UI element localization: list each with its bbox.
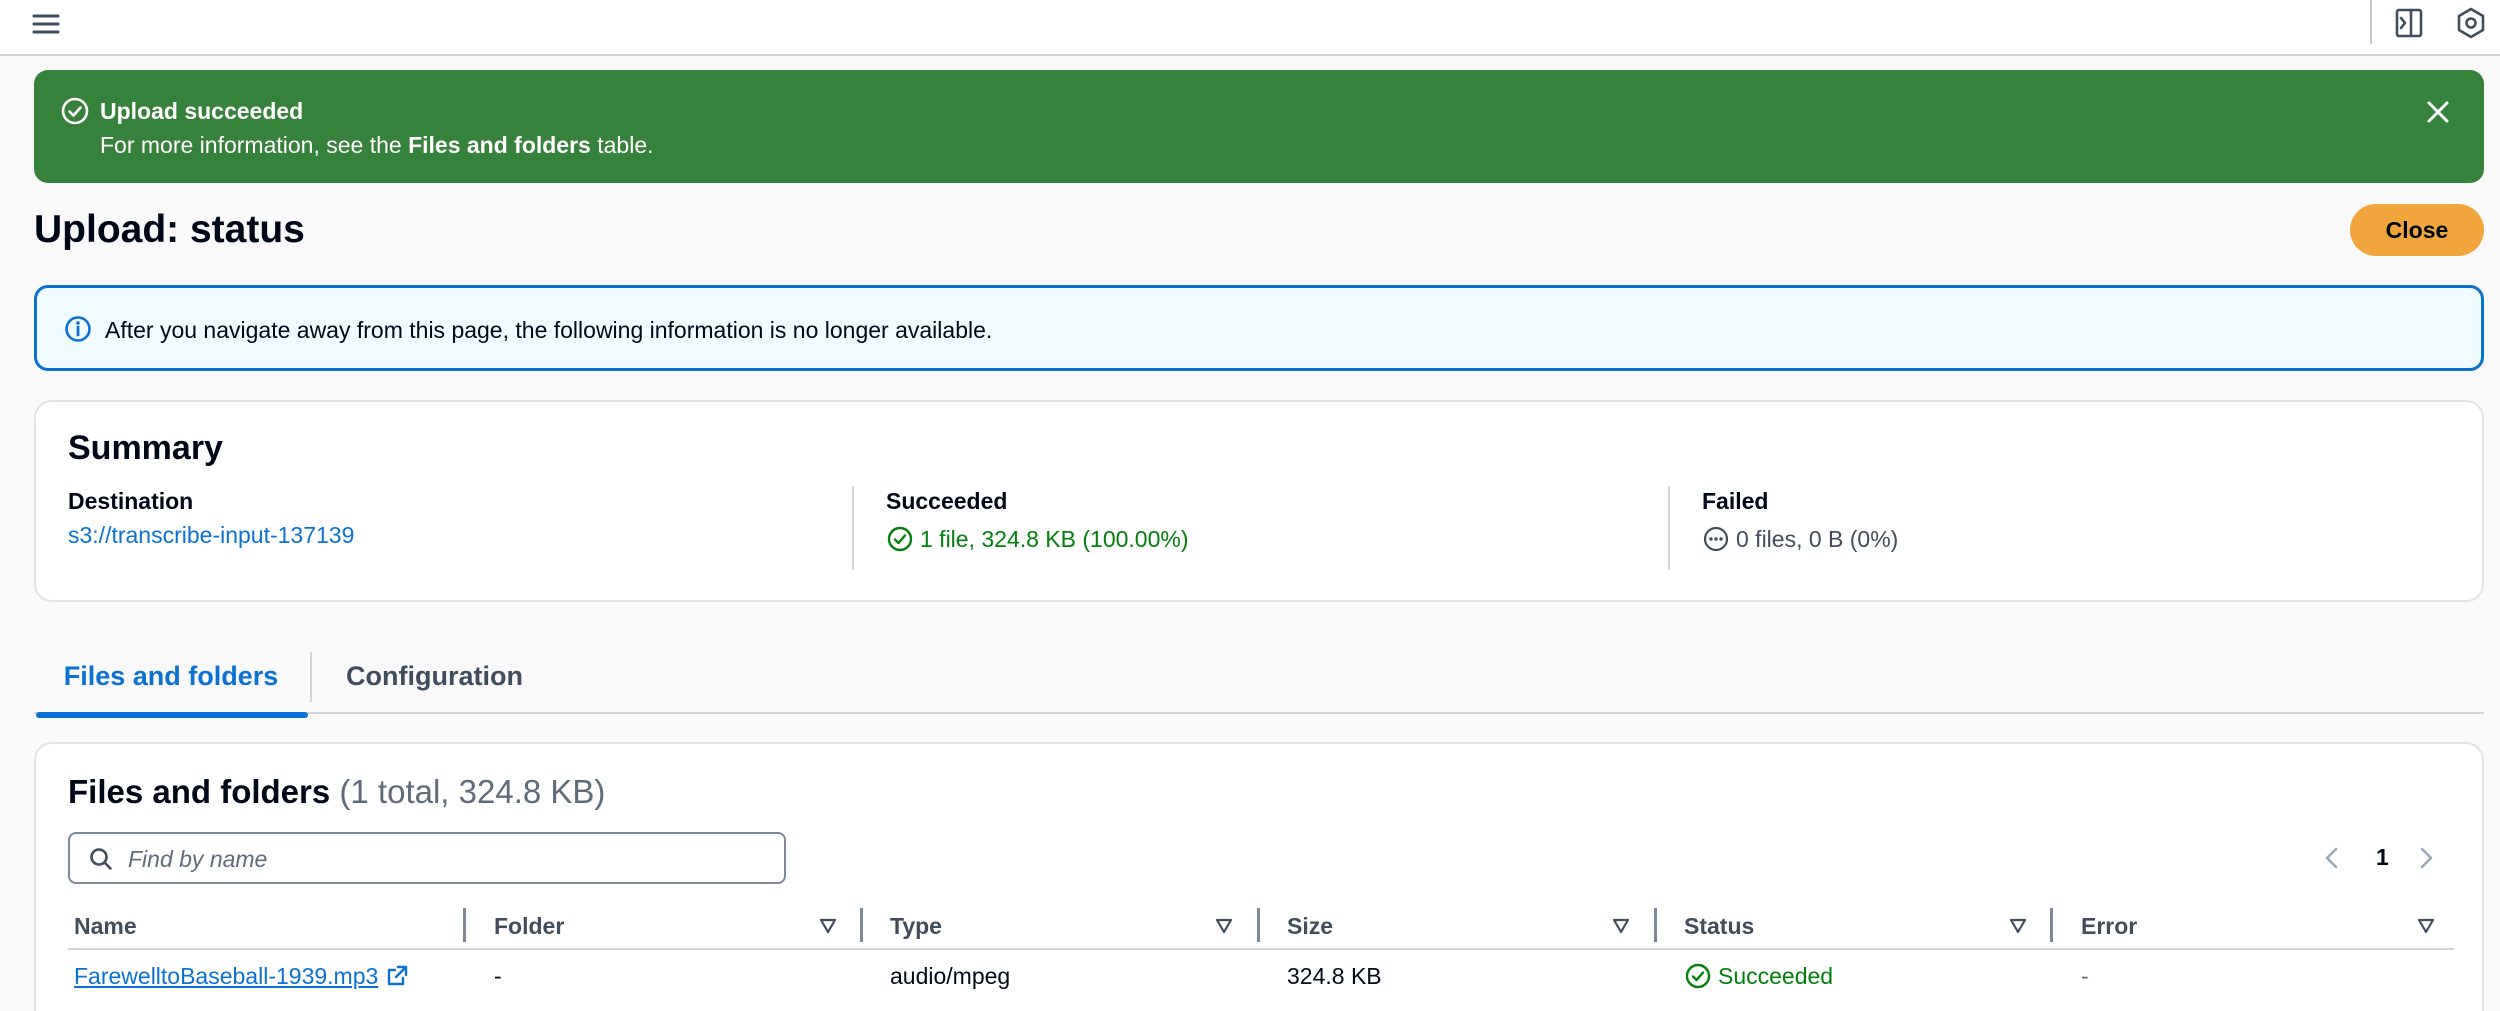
upload-success-banner: Upload succeeded For more information, s… [34,70,2484,183]
table-row-file-link[interactable]: FarewelltoBaseball-1939.mp3 [74,958,410,994]
column-resizer[interactable] [1654,908,1657,942]
sort-caret-down-icon[interactable] [1214,916,1234,936]
cell-folder: - [494,963,502,989]
previous-page-chevron-icon[interactable] [2320,844,2344,872]
sort-caret-down-icon[interactable] [818,916,838,936]
column-resizer[interactable] [1257,908,1260,942]
hamburger-menu-icon[interactable] [30,8,62,40]
settings-hexagon-icon[interactable] [2454,6,2488,40]
summary-succeeded: Succeeded 1 file, 324.8 KB (100.00%) [852,486,1632,570]
top-navigation-bar [0,0,2500,56]
current-page-number[interactable]: 1 [2376,842,2389,872]
table-header-divider [68,948,2454,950]
side-panel-icon[interactable] [2392,6,2426,40]
search-box [68,832,786,884]
status-success-check-icon [1685,963,1711,989]
summary-title: Summary [68,429,223,467]
files-count: (1 total, 324.8 KB) [339,773,606,810]
pending-ellipsis-icon [1703,526,1729,552]
succeeded-label: Succeeded [886,488,1008,514]
info-alert-text: After you navigate away from this page, … [105,317,993,343]
page-title: Upload: status [34,208,305,251]
banner-message-suffix: table. [590,132,654,158]
column-header-status[interactable]: Status [1684,908,1754,944]
topbar-divider [2370,0,2372,44]
files-and-folders-card: Files and folders (1 total, 324.8 KB) 1 … [34,742,2484,1011]
success-check-icon [887,526,913,552]
failed-label: Failed [1702,488,1769,514]
column-resizer[interactable] [2050,908,2053,942]
banner-message-bold: Files and folders [408,132,591,158]
column-header-size[interactable]: Size [1287,908,1333,944]
succeeded-value-row: 1 file, 324.8 KB (100.00%) [886,524,1632,554]
sort-caret-down-icon[interactable] [2416,916,2436,936]
sort-caret-down-icon[interactable] [1611,916,1631,936]
succeeded-value: 1 file, 324.8 KB (100.00%) [920,526,1189,552]
destination-link[interactable]: s3://transcribe-input-137139 [68,520,848,550]
check-circle-icon [61,97,89,125]
column-resizer[interactable] [463,908,466,942]
info-alert: After you navigate away from this page, … [34,285,2484,371]
close-button[interactable]: Close [2350,204,2484,256]
sort-caret-down-icon[interactable] [2008,916,2028,936]
banner-title: Upload succeeded [100,98,304,124]
failed-value: 0 files, 0 B (0%) [1736,526,1899,552]
column-resizer[interactable] [860,908,863,942]
summary-failed: Failed 0 files, 0 B (0%) [1668,486,2448,570]
status-text: Succeeded [1718,963,1834,989]
find-by-name-input[interactable] [128,842,768,876]
column-header-type[interactable]: Type [890,908,942,944]
tab-bar: Files and folders Configuration [34,640,2484,718]
files-title-text: Files and folders [68,773,331,810]
tab-configuration[interactable]: Configuration [346,640,523,712]
file-name-link[interactable]: FarewelltoBaseball-1939.mp3 [74,958,378,994]
cell-status: Succeeded [1684,958,1833,994]
column-header-error[interactable]: Error [2081,908,2137,944]
next-page-chevron-icon[interactable] [2414,844,2438,872]
dismiss-banner-close-icon[interactable] [2420,94,2456,130]
cell-type: audio/mpeg [890,963,1011,989]
cell-size: 324.8 KB [1287,963,1382,989]
search-icon [90,848,112,870]
destination-label: Destination [68,488,194,514]
failed-value-row: 0 files, 0 B (0%) [1702,524,2448,554]
banner-message-prefix: For more information, see the [100,132,409,158]
banner-message: For more information, see the Files and … [100,130,654,160]
cell-error: - [2081,963,2089,989]
files-table-title: Files and folders (1 total, 324.8 KB) [68,770,605,814]
column-header-name[interactable]: Name [74,908,137,944]
info-icon [65,316,91,342]
column-header-folder[interactable]: Folder [494,908,564,944]
tab-files-and-folders[interactable]: Files and folders [34,640,308,718]
summary-card: Summary Destination s3://transcribe-inpu… [34,400,2484,602]
summary-destination: Destination s3://transcribe-input-137139 [68,486,848,570]
tab-separator [310,652,312,702]
external-link-icon[interactable] [384,963,410,989]
